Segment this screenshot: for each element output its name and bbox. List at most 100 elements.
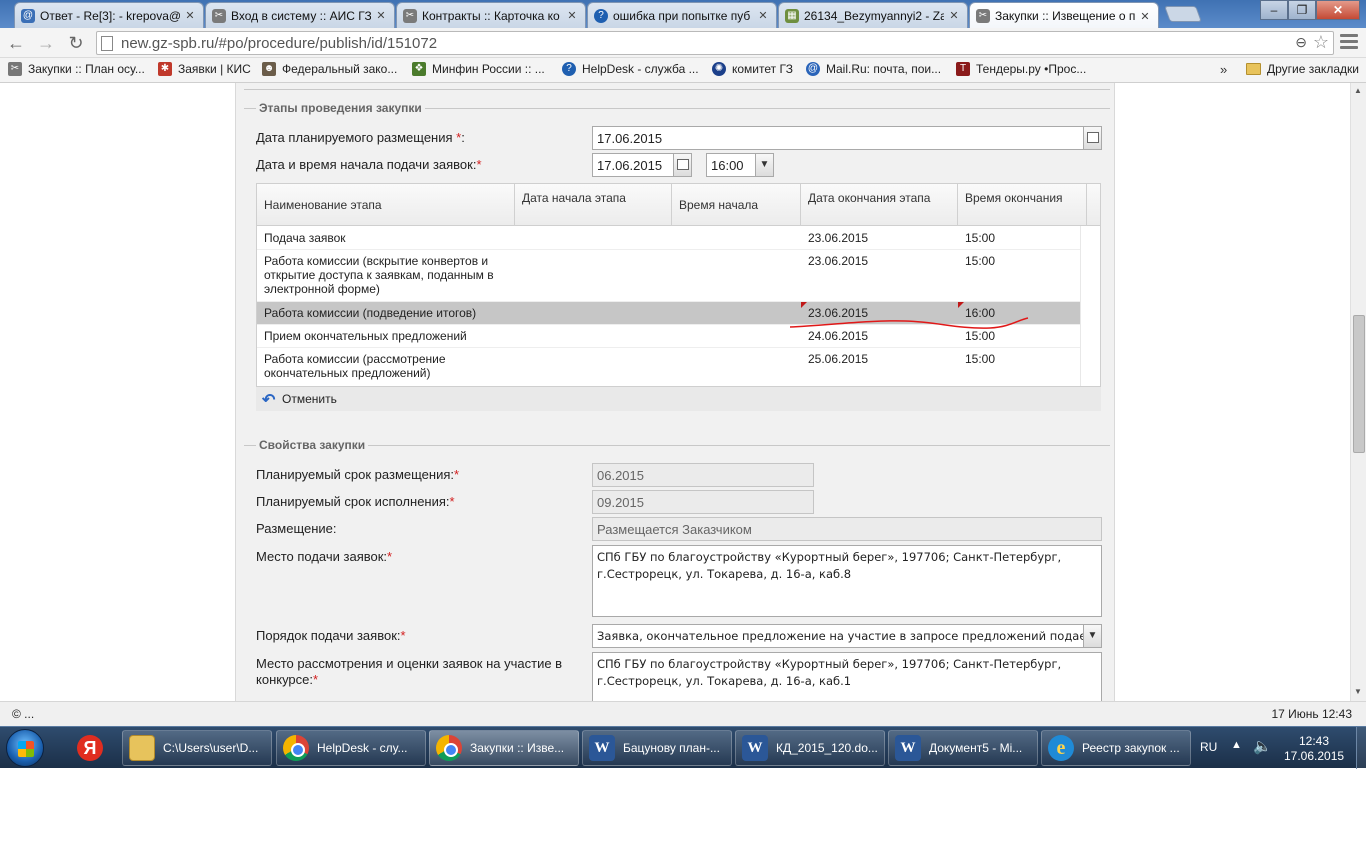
end-date: 23.06.2015 (808, 254, 869, 268)
tab-document[interactable]: ▦ 26134_Bezymyannyi2 - Za ✕ (778, 2, 968, 28)
end-date[interactable]: 23.06.2015 (808, 306, 868, 320)
bookmarks-more-button[interactable]: » (1220, 62, 1227, 77)
close-icon[interactable]: ✕ (183, 9, 197, 22)
bookmark-star-icon[interactable]: ☆ (1313, 32, 1329, 53)
show-desktop-button[interactable] (1356, 727, 1366, 769)
taskbar-yandex[interactable]: Я (62, 730, 118, 766)
start-button[interactable] (6, 729, 44, 767)
start-datetime-label: Дата и время начала подачи заявок:* (256, 157, 482, 172)
review-place-textarea[interactable]: СПб ГБУ по благоустройству «Курортный бе… (592, 652, 1102, 701)
page-scrollbar[interactable]: ▲ ▼ (1350, 83, 1366, 701)
status-datetime: 17 Июнь 12:43 (1271, 707, 1352, 721)
scroll-up-icon[interactable]: ▲ (1354, 86, 1362, 95)
kis-icon: ✱ (158, 62, 172, 76)
bookmark-label: комитет ГЗ (732, 62, 793, 76)
restore-icon[interactable]: ❐ (1288, 0, 1316, 20)
volume-icon[interactable]: 🔈 (1253, 737, 1272, 755)
table-scrollbar[interactable] (1080, 226, 1100, 386)
table-row[interactable]: Подача заявок 23.06.2015 15:00 (257, 227, 1080, 250)
column-header[interactable]: Время окончания (958, 184, 1087, 226)
stage-name: Работа комиссии (вскрытие конвертов и от… (264, 254, 494, 296)
chevron-down-icon[interactable]: ▼ (1083, 625, 1101, 647)
window-close-icon[interactable]: ✕ (1316, 0, 1360, 20)
close-icon[interactable]: ✕ (565, 9, 579, 22)
taskbar-ie[interactable]: e Реестр закупок ... (1041, 730, 1191, 766)
bookmark-item[interactable]: ❖ Минфин России :: ... (412, 62, 545, 76)
minimize-icon[interactable]: – (1260, 0, 1288, 20)
order-label: Порядок подачи заявок:* (256, 628, 406, 643)
menu-icon[interactable] (1340, 34, 1358, 52)
calendar-icon[interactable] (673, 154, 691, 176)
new-tab-button[interactable] (1164, 6, 1202, 22)
other-bookmarks[interactable]: Другие закладки (1246, 62, 1359, 76)
tools-icon: ✂ (212, 8, 226, 23)
close-icon[interactable]: ✕ (1138, 10, 1152, 23)
browser-toolbar: ← → ↻ new.gz-spb.ru/#po/procedure/publis… (0, 28, 1366, 58)
help-icon: ? (594, 8, 608, 23)
taskbar-explorer[interactable]: C:\Users\user\D... (122, 730, 272, 766)
forward-arrow-icon[interactable]: → (34, 32, 58, 54)
close-icon[interactable]: ✕ (374, 9, 388, 22)
order-select[interactable]: Заявка, окончательное предложение на уча… (592, 624, 1102, 648)
taskbar-label: КД_2015_120.do... (776, 741, 878, 755)
bookmark-item[interactable]: ✂ Закупки :: План осу... (8, 62, 145, 76)
taskbar-chrome-helpdesk[interactable]: HelpDesk - слу... (276, 730, 426, 766)
tray-expand-icon[interactable]: ▲ (1231, 739, 1242, 751)
submit-place-textarea[interactable]: СПб ГБУ по благоустройству «Курортный бе… (592, 545, 1102, 617)
address-bar[interactable]: new.gz-spb.ru/#po/procedure/publish/id/1… (96, 31, 1334, 55)
end-time: 15:00 (965, 254, 996, 268)
undo-label: Отменить (282, 392, 337, 406)
bookmark-item[interactable]: @ Mail.Ru: почта, пои... (806, 62, 941, 76)
tab-login[interactable]: ✂ Вход в систему :: АИС ГЗ ✕ (205, 2, 395, 28)
end-time[interactable]: 16:00 (965, 306, 995, 320)
table-row-selected[interactable]: Работа комиссии (подведение итогов) 23.0… (257, 302, 1080, 325)
chevron-down-icon[interactable]: ▼ (755, 154, 773, 176)
language-indicator[interactable]: RU (1200, 740, 1217, 754)
planned-date-label: Дата планируемого размещения *: (256, 130, 465, 145)
clock-date: 17.06.2015 (1284, 749, 1345, 763)
back-arrow-icon[interactable]: ← (4, 32, 28, 54)
column-header[interactable]: Наименование этапа (257, 184, 515, 226)
reload-icon[interactable]: ↻ (64, 32, 88, 54)
tab-title: ошибка при попытке пуб (613, 8, 751, 23)
undo-button[interactable]: ↶ Отменить (256, 387, 1101, 411)
planned-date-input[interactable]: 17.06.2015 (592, 126, 1102, 150)
scroll-down-icon[interactable]: ▼ (1354, 687, 1362, 696)
scrollbar-thumb[interactable] (1353, 315, 1365, 453)
taskbar-word-2[interactable]: W КД_2015_120.do... (735, 730, 885, 766)
tab-title: Закупки :: Извещение о п (995, 9, 1135, 23)
bookmark-item[interactable]: T Тендеры.ру •Прос... (956, 62, 1086, 76)
table-row[interactable]: Работа комиссии (вскрытие конвертов и от… (257, 250, 1080, 302)
taskbar-label: Документ5 - Mi... (929, 741, 1023, 755)
taskbar-label: Закупки :: Изве... (470, 741, 565, 755)
taskbar-word-1[interactable]: W Бацунову план-... (582, 730, 732, 766)
tray-clock[interactable]: 12:43 17.06.2015 (1284, 734, 1344, 764)
status-bar: © ... 17 Июнь 12:43 (0, 701, 1366, 726)
table-row[interactable]: Прием окончательных предложений 24.06.20… (257, 325, 1080, 348)
folder-icon (1246, 63, 1261, 75)
calendar-icon[interactable] (1083, 127, 1101, 149)
column-header[interactable]: Дата начала этапа (515, 184, 672, 226)
submit-place-label: Место подачи заявок:* (256, 549, 393, 564)
table-row[interactable]: Работа комиссии (рассмотрение окончатель… (257, 348, 1080, 386)
taskbar-word-3[interactable]: W Документ5 - Mi... (888, 730, 1038, 766)
screen: @ Ответ - Re[3]: - krepova@ ✕ ✂ Вход в с… (0, 0, 1366, 864)
globe-icon: ✺ (712, 62, 726, 76)
bookmark-item[interactable]: ? HelpDesk - служба ... (562, 62, 699, 76)
close-icon[interactable]: ✕ (756, 9, 770, 22)
bookmark-label: Закупки :: План осу... (28, 62, 145, 76)
bookmark-item[interactable]: ☻ Федеральный зако... (262, 62, 397, 76)
bookmark-item[interactable]: ✱ Заявки | КИС (158, 62, 251, 76)
zoom-icon[interactable]: ⊖ (1295, 34, 1307, 51)
tab-mail-reply[interactable]: @ Ответ - Re[3]: - krepova@ ✕ (14, 2, 204, 28)
tab-error[interactable]: ? ошибка при попытке пуб ✕ (587, 2, 777, 28)
close-icon[interactable]: ✕ (947, 9, 961, 22)
taskbar-chrome-procurement[interactable]: Закупки :: Изве... (429, 730, 579, 766)
bookmark-item[interactable]: ✺ комитет ГЗ (712, 62, 793, 76)
chrome-icon (283, 735, 309, 761)
tab-procurement-notice[interactable]: ✂ Закупки :: Извещение о п ✕ (969, 2, 1159, 29)
column-header[interactable]: Время начала (672, 184, 801, 226)
column-header[interactable]: Дата окончания этапа (801, 184, 958, 226)
tab-contracts[interactable]: ✂ Контракты :: Карточка ко ✕ (396, 2, 586, 28)
end-date: 25.06.2015 (808, 352, 869, 366)
